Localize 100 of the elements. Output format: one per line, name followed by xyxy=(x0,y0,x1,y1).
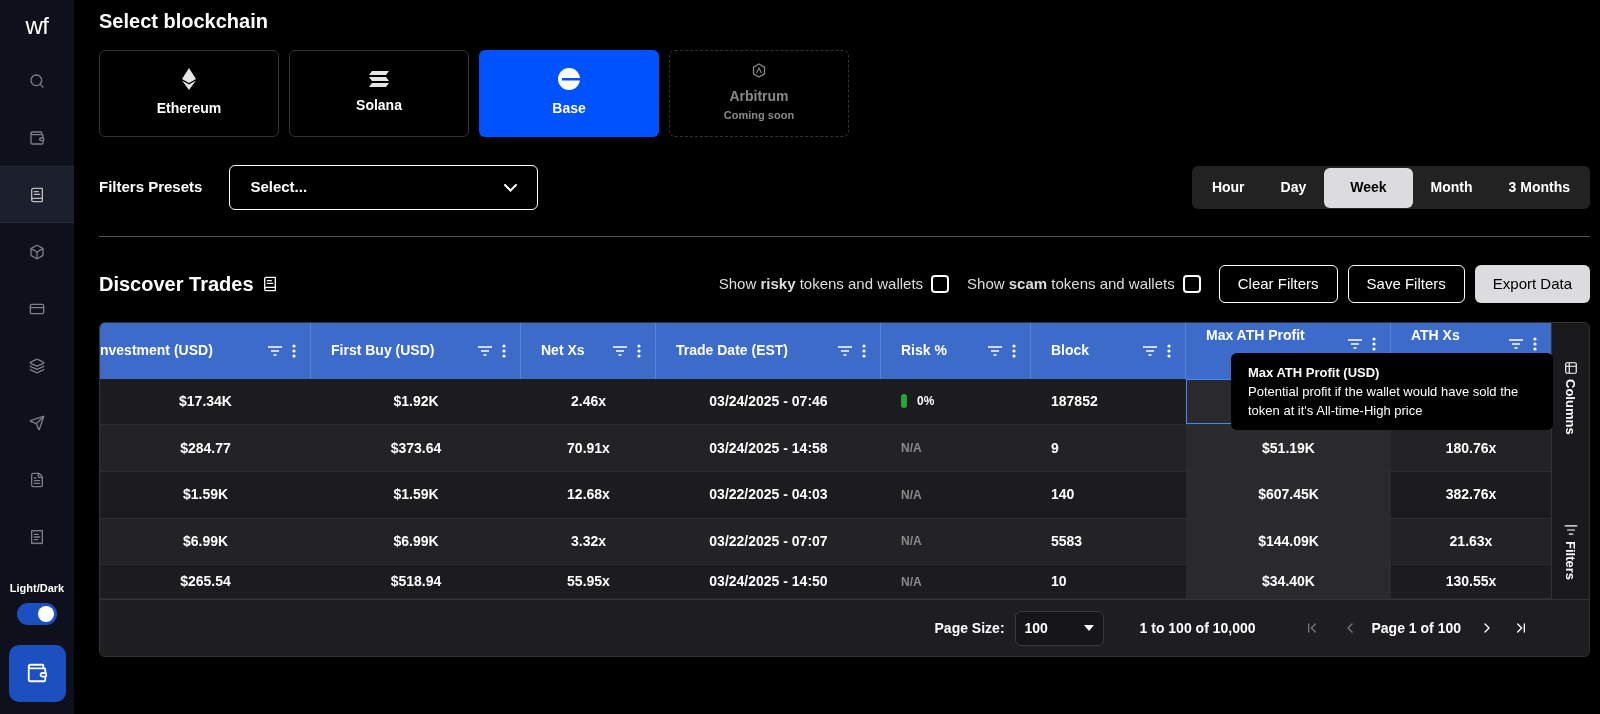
table-cell-text: $6.99K xyxy=(182,531,229,551)
table-row[interactable]: $1.59K $1.59K 12.68x 03/22/2025 - 04:03 N/A 140 $607.45K 382.76x xyxy=(100,471,1551,519)
column-header[interactable]: Risk % xyxy=(901,340,947,362)
table-row[interactable]: $6.99K $6.99K 3.32x 03/22/2025 - 07:07 N/A 5583 $144.09K 21.63x xyxy=(100,518,1551,566)
table-cell-text: N/A xyxy=(901,440,922,458)
receipt-icon xyxy=(29,528,45,545)
table-cell-text: 0% xyxy=(917,393,935,411)
action-button[interactable]: Save Filters xyxy=(1347,265,1465,303)
time-range-tab[interactable]: Day xyxy=(1262,167,1325,208)
wallet-icon xyxy=(29,129,45,146)
table-cell-text: $6.99K xyxy=(393,531,439,551)
table-cell-text: $34.40K xyxy=(1262,572,1315,592)
stripes-icon xyxy=(369,71,389,87)
table-cell-text: 130.55x xyxy=(1445,572,1497,592)
table-cell-text: $284.77 xyxy=(180,438,231,458)
filter-icon[interactable] xyxy=(1509,339,1523,349)
column-header[interactable]: ATH Xs xyxy=(1411,325,1460,346)
table-cell-text: 70.91x xyxy=(567,438,610,458)
menu-icon[interactable] xyxy=(1372,337,1376,351)
table-cell-text: N/A xyxy=(901,573,922,591)
columns-icon xyxy=(1563,361,1578,375)
time-range-tab[interactable]: Hour xyxy=(1193,167,1263,208)
filter-icon[interactable] xyxy=(268,345,282,356)
table-cell-text: 187852 xyxy=(1051,391,1098,411)
chevron-down-icon xyxy=(504,183,518,192)
table-cell-text: 382.76x xyxy=(1445,485,1497,505)
side-tab[interactable]: Columns xyxy=(1560,361,1581,435)
checkbox[interactable] xyxy=(1182,275,1201,293)
checkbox[interactable] xyxy=(931,275,950,293)
page-size-label: Page Size: xyxy=(934,618,1005,638)
menu-icon[interactable] xyxy=(1012,343,1016,358)
wallet-button[interactable] xyxy=(8,644,66,702)
column-header[interactable]: Max ATH Profit xyxy=(1206,325,1305,346)
filter-icon[interactable] xyxy=(1348,339,1362,349)
send-icon xyxy=(29,414,45,431)
tooltip-text: Potential profit if the wallet would have sold the token at it's All-time-High price xyxy=(1248,383,1520,420)
file-icon xyxy=(29,471,45,488)
menu-icon[interactable] xyxy=(862,343,866,358)
table-cell-text: $1.59K xyxy=(393,485,439,505)
chain-card[interactable]: Solana xyxy=(289,50,469,137)
book-icon xyxy=(261,276,278,292)
menu-icon[interactable] xyxy=(1533,337,1537,351)
filter-icon xyxy=(1563,522,1578,537)
table-cell-text: $1.59K xyxy=(182,485,229,505)
presets-dropdown[interactable]: Select... xyxy=(229,165,539,210)
table-cell-text: 5583 xyxy=(1051,531,1083,551)
table-cell-text: 3.32x xyxy=(570,531,606,551)
logo[interactable]: wf xyxy=(25,0,49,52)
wallet-icon xyxy=(26,662,48,684)
column-header[interactable]: Trade Date (EST) xyxy=(676,340,789,362)
filter-icon[interactable] xyxy=(613,345,627,356)
menu-icon[interactable] xyxy=(637,343,641,358)
table-cell-text: 03/24/2025 - 07:46 xyxy=(709,391,828,411)
stack-icon xyxy=(29,357,45,374)
chain-card[interactable]: Base xyxy=(479,50,659,137)
diamond-icon xyxy=(182,68,196,90)
menu-icon[interactable] xyxy=(502,343,506,358)
time-range-tab[interactable]: 3 Months xyxy=(1490,167,1588,208)
table-cell-text: 2.46x xyxy=(570,391,606,411)
time-range-tab[interactable]: Month xyxy=(1412,167,1491,208)
column-header[interactable]: Net Xs xyxy=(541,340,585,362)
side-tab[interactable]: Filters xyxy=(1560,522,1581,580)
menu-icon[interactable] xyxy=(292,343,296,358)
table-cell-text: 55.95x xyxy=(567,572,610,592)
circle-icon xyxy=(558,68,580,90)
menu-icon[interactable] xyxy=(1167,343,1171,358)
table-cell-text: 03/24/2025 - 14:50 xyxy=(709,572,828,592)
presets-label: Filters Presets xyxy=(99,177,203,198)
action-button[interactable]: Clear Filters xyxy=(1218,265,1338,303)
action-button[interactable]: Export Data xyxy=(1474,265,1590,303)
page-title: Select blockchain xyxy=(99,9,269,34)
filter-icon[interactable] xyxy=(838,345,852,356)
theme-switch[interactable] xyxy=(17,602,57,625)
column-header[interactable]: nvestment (USD) xyxy=(100,340,213,362)
table-cell-text: 12.68x xyxy=(567,485,610,505)
table-cell-text: 03/24/2025 - 14:58 xyxy=(709,438,828,458)
table-row[interactable]: $265.54 $518.94 55.95x 03/24/2025 - 14:50 N/A 10 $34.40K 130.55x xyxy=(100,565,1551,599)
column-header[interactable]: Block xyxy=(1051,340,1090,362)
toggle-label: Show scam tokens and wallets xyxy=(967,273,1175,294)
table-row[interactable]: $284.77 $373.64 70.91x 03/24/2025 - 14:58 N/A 9 $51.19K 180.76x xyxy=(100,425,1551,472)
filter-icon[interactable] xyxy=(988,345,1002,356)
table-cell-text: $518.94 xyxy=(390,572,442,592)
row-range: 1 to 100 of 10,000 xyxy=(1139,618,1256,638)
page-size-select[interactable]: 100 xyxy=(1014,610,1104,646)
sidebar-item[interactable] xyxy=(0,166,74,223)
table-cell-text: 03/22/2025 - 07:07 xyxy=(709,531,828,551)
book-icon xyxy=(29,186,45,203)
hexagon-icon xyxy=(752,63,766,79)
search-icon xyxy=(29,72,45,89)
caret-icon xyxy=(1083,625,1094,631)
time-range-tab[interactable]: Week xyxy=(1324,167,1413,208)
column-header[interactable]: First Buy (USD) xyxy=(331,340,435,362)
chain-card[interactable]: Ethereum xyxy=(99,50,279,137)
filter-icon[interactable] xyxy=(478,345,492,356)
table-cell-text: $51.19K xyxy=(1262,438,1315,458)
filter-icon[interactable] xyxy=(1143,345,1157,356)
table-cell-text: $607.45K xyxy=(1258,485,1319,505)
cube-icon xyxy=(29,243,45,260)
table-cell-text: 03/22/2025 - 04:03 xyxy=(709,485,828,505)
theme-label: Light/Dark xyxy=(9,581,65,596)
